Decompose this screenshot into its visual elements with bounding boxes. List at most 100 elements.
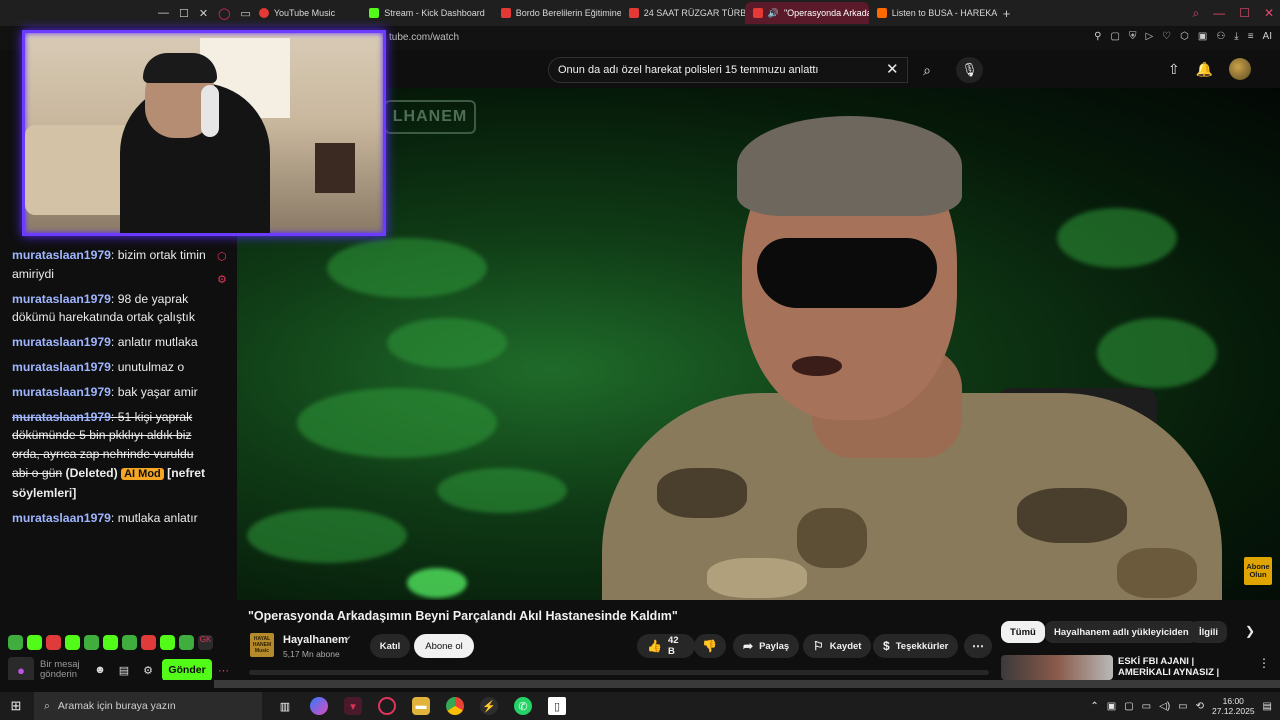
scrollbar-thumb[interactable] [214,680,1280,688]
emote-icon[interactable] [8,635,23,650]
network-icon[interactable]: ▭ [1142,701,1151,712]
subscribe-watermark-button[interactable]: Abone Olun [1244,557,1272,585]
chrome-icon[interactable] [446,697,464,715]
minimize-icon[interactable]: — [158,7,169,19]
search-tabs-icon[interactable]: ⌕ [1192,6,1199,21]
emote-icon[interactable] [122,635,137,650]
settings-icon[interactable]: ≡ [1248,31,1254,42]
download-icon[interactable]: ⤓ [1234,31,1238,42]
tab-menu-icon[interactable]: ▭ [240,7,250,20]
snapshot-icon[interactable]: ▢ [1111,31,1120,42]
tray-app-icon[interactable]: ▣ [1107,701,1116,712]
emote-icon[interactable] [179,635,194,650]
minimize-icon[interactable]: — [1213,6,1225,20]
avatar[interactable] [1229,58,1252,80]
chip-from-uploader[interactable]: Hayalhanem adlı yükleyiciden [1045,621,1198,643]
whatsapp-icon[interactable]: ✆ [514,697,532,715]
clock[interactable]: 16:00 27.12.2025 [1212,696,1255,716]
sync-icon[interactable]: ⟲ [1196,701,1204,712]
chevron-right-icon[interactable]: ❯ [1245,624,1255,638]
emoji-icon[interactable]: ☻ [92,664,108,676]
dislike-button[interactable]: 👎 [694,634,726,658]
chat-username[interactable]: murataslaan1979 [12,335,111,349]
pin-message-icon[interactable]: ⬡ [217,250,227,263]
more-options-icon[interactable]: ⋯ [218,664,229,677]
opera-icon[interactable] [378,697,396,715]
maximize-icon[interactable]: ☐ [179,7,189,20]
thanks-button[interactable]: $ Teşekkürler [873,634,959,658]
search-input[interactable]: Onun da adı özel harekat polisleri 15 te… [548,57,908,83]
emote-icon[interactable] [160,635,175,650]
emote-icon[interactable] [27,635,42,650]
play-icon[interactable]: ▷ [1145,31,1153,42]
more-emotes-icon[interactable]: GK [198,635,213,650]
notifications-icon[interactable]: ▤ [1263,701,1272,712]
settings-icon[interactable]: ⚙ [217,273,227,286]
tab-bordo-bereliler[interactable]: Bordo Berelilerin Eğitimine [493,2,621,24]
video-player[interactable]: LHANEM Abone Olun [237,88,1280,600]
file-explorer-icon[interactable]: ▬ [412,697,430,715]
heart-icon[interactable]: ♡ [1162,31,1171,42]
emote-icon[interactable] [141,635,156,650]
chip-all[interactable]: Tümü [1001,621,1045,643]
chat-settings-icon[interactable]: ⚙ [140,664,156,677]
search-icon[interactable]: ⌕ [912,57,942,83]
tab-youtube-music[interactable]: YouTube Music [251,2,343,24]
chat-username[interactable]: murataslaan1979 [12,292,111,306]
chat-username[interactable]: murataslaan1979 [12,385,111,399]
app-icon[interactable]: ⚡ [480,697,498,715]
close-icon[interactable]: ✕ [1264,6,1274,20]
close-icon[interactable]: ✕ [199,7,208,20]
opera-logo-icon[interactable]: ◯ [218,7,230,20]
chat-username[interactable]: murataslaan1979 [12,511,111,525]
clear-search-icon[interactable]: ✕ [886,60,899,78]
store-icon[interactable]: ▤ [116,664,132,677]
emote-icon[interactable] [84,635,99,650]
emote-icon[interactable] [65,635,80,650]
battery-icon[interactable]: ▭ [1178,701,1187,712]
bell-icon[interactable]: 🔔 [1196,61,1213,78]
suggestion-menu-icon[interactable]: ⋮ [1258,656,1270,670]
send-button[interactable]: Gönder [162,659,212,681]
app-icon[interactable]: ▾ [344,697,362,715]
pin-icon[interactable]: ⚲ [1094,31,1101,42]
shield-icon[interactable]: ⛨ [1129,31,1137,42]
url-field[interactable]: tube.com/watch [389,32,459,43]
chat-username[interactable]: murataslaan1979 [12,248,111,262]
emote-icon[interactable] [103,635,118,650]
account-icon[interactable]: ⚇ [1216,31,1225,42]
wallet-icon[interactable]: ▣ [1198,31,1207,42]
voice-search-icon[interactable]: 🎙 [956,57,983,83]
channel-name[interactable]: Hayalhanem [283,634,348,646]
windows-start-icon[interactable]: ⊞ [0,698,32,714]
volume-icon[interactable]: ◁) [1159,701,1170,712]
chevron-up-icon[interactable]: ⌃ [1090,701,1098,712]
extensions-icon[interactable]: ⬡ [1180,31,1189,42]
notepad-icon[interactable]: ▯ [548,697,566,715]
tab-ruzgar-turbin[interactable]: 24 SAAT RÜZGAR TÜRBİN [621,2,745,24]
chat-username[interactable]: murataslaan1979 [12,360,111,374]
ai-icon[interactable]: AI [1263,31,1272,42]
tab-operasyonda-active[interactable]: 🔊 "Operasyonda Arkada [744,2,869,24]
tab-kick-dashboard[interactable]: Stream - Kick Dashboard [361,2,493,24]
more-actions-button[interactable]: ⋯ [964,634,992,658]
copilot-icon[interactable] [310,697,328,715]
maximize-icon[interactable]: ☐ [1239,6,1250,20]
new-tab-button[interactable]: + [997,6,1017,21]
suggested-video-thumbnail[interactable] [1001,655,1113,680]
upload-icon[interactable]: ⇧ [1168,61,1180,78]
description-box[interactable] [249,670,989,675]
chat-input[interactable]: Bir mesaj gönderin [40,660,84,680]
like-button[interactable]: 👍 42 B [637,634,695,658]
join-button[interactable]: Katıl [370,634,410,658]
chat-username[interactable]: murataslaan1979 [12,410,111,424]
emote-icon[interactable] [46,635,61,650]
tab-busa-harekat[interactable]: Listen to BUSA - HAREKAT [869,2,997,24]
subscribe-button[interactable]: Abone ol [414,634,474,658]
chip-related[interactable]: İlgili [1190,621,1227,643]
save-button[interactable]: ⚐ Kaydet [803,634,872,658]
suggested-video-title[interactable]: ESKİ FBI AJANI | AMERİKALI AYNASIZ | SAR… [1118,656,1248,678]
task-view-icon[interactable]: ▥ [276,697,294,715]
channel-logo[interactable]: HAYAL HANEM Music [250,633,274,657]
taskbar-search[interactable]: ⌕ Aramak için buraya yazın [34,692,262,720]
